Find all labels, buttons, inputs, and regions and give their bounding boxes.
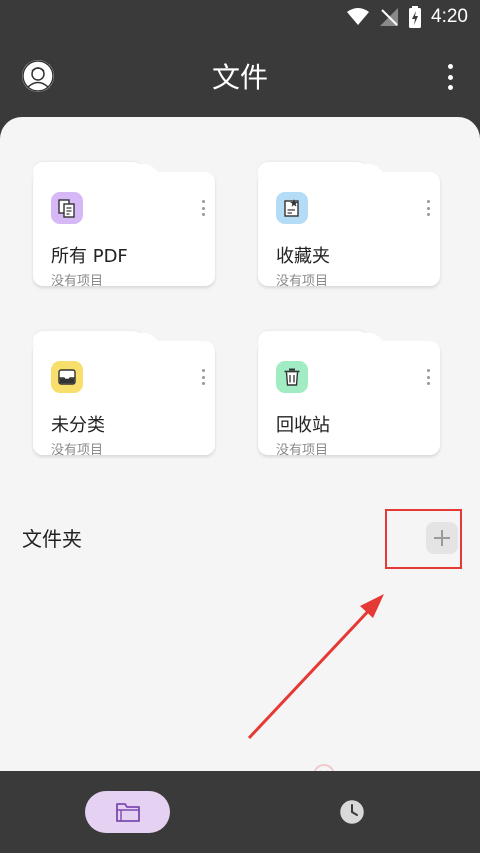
card-subtitle: 没有项目 <box>51 274 104 289</box>
starred-document-icon <box>276 192 308 224</box>
page-title: 文件 <box>211 61 268 94</box>
card-favorites[interactable]: 收藏夹 没有项目 <box>258 162 440 289</box>
card-menu-icon[interactable] <box>425 369 431 385</box>
trash-icon <box>276 361 308 393</box>
card-subtitle: 没有项目 <box>276 274 329 289</box>
annotation-highlight-box <box>385 509 462 569</box>
card-title: 所有 PDF <box>51 246 128 267</box>
card-title: 收藏夹 <box>276 246 330 267</box>
card-menu-icon[interactable] <box>425 200 431 216</box>
no-signal-icon <box>380 8 399 26</box>
pdf-files-icon <box>51 192 83 224</box>
card-menu-icon[interactable] <box>200 369 206 385</box>
nav-recent-tab[interactable] <box>338 798 366 826</box>
clock-icon <box>340 800 364 824</box>
card-title: 未分类 <box>51 415 105 436</box>
card-menu-icon[interactable] <box>200 200 206 216</box>
card-subtitle: 没有项目 <box>276 443 329 458</box>
card-title: 回收站 <box>276 415 330 436</box>
wifi-icon <box>347 8 370 25</box>
bottom-navigation <box>0 771 480 853</box>
card-recycle-bin[interactable]: 回收站 没有项目 <box>258 331 440 458</box>
folder-icon <box>115 803 140 822</box>
inbox-tray-icon <box>51 361 83 393</box>
battery-charging-icon <box>409 6 422 28</box>
main-sheet: 所有 PDF 没有项目 收藏夹 没有项目 未分类 没有项目 回收站 没有项目 文… <box>0 117 480 786</box>
status-bar: 4:20 <box>0 0 480 34</box>
folders-section-label: 文件夹 <box>22 527 82 551</box>
app-bar: 文件 <box>0 40 480 110</box>
clock-time: 4:20 <box>431 6 468 27</box>
card-uncategorized[interactable]: 未分类 没有项目 <box>33 331 215 458</box>
card-all-pdf[interactable]: 所有 PDF 没有项目 <box>33 162 215 289</box>
more-vertical-icon[interactable] <box>442 64 458 90</box>
card-subtitle: 没有项目 <box>51 443 104 458</box>
nav-files-tab[interactable] <box>85 791 170 833</box>
